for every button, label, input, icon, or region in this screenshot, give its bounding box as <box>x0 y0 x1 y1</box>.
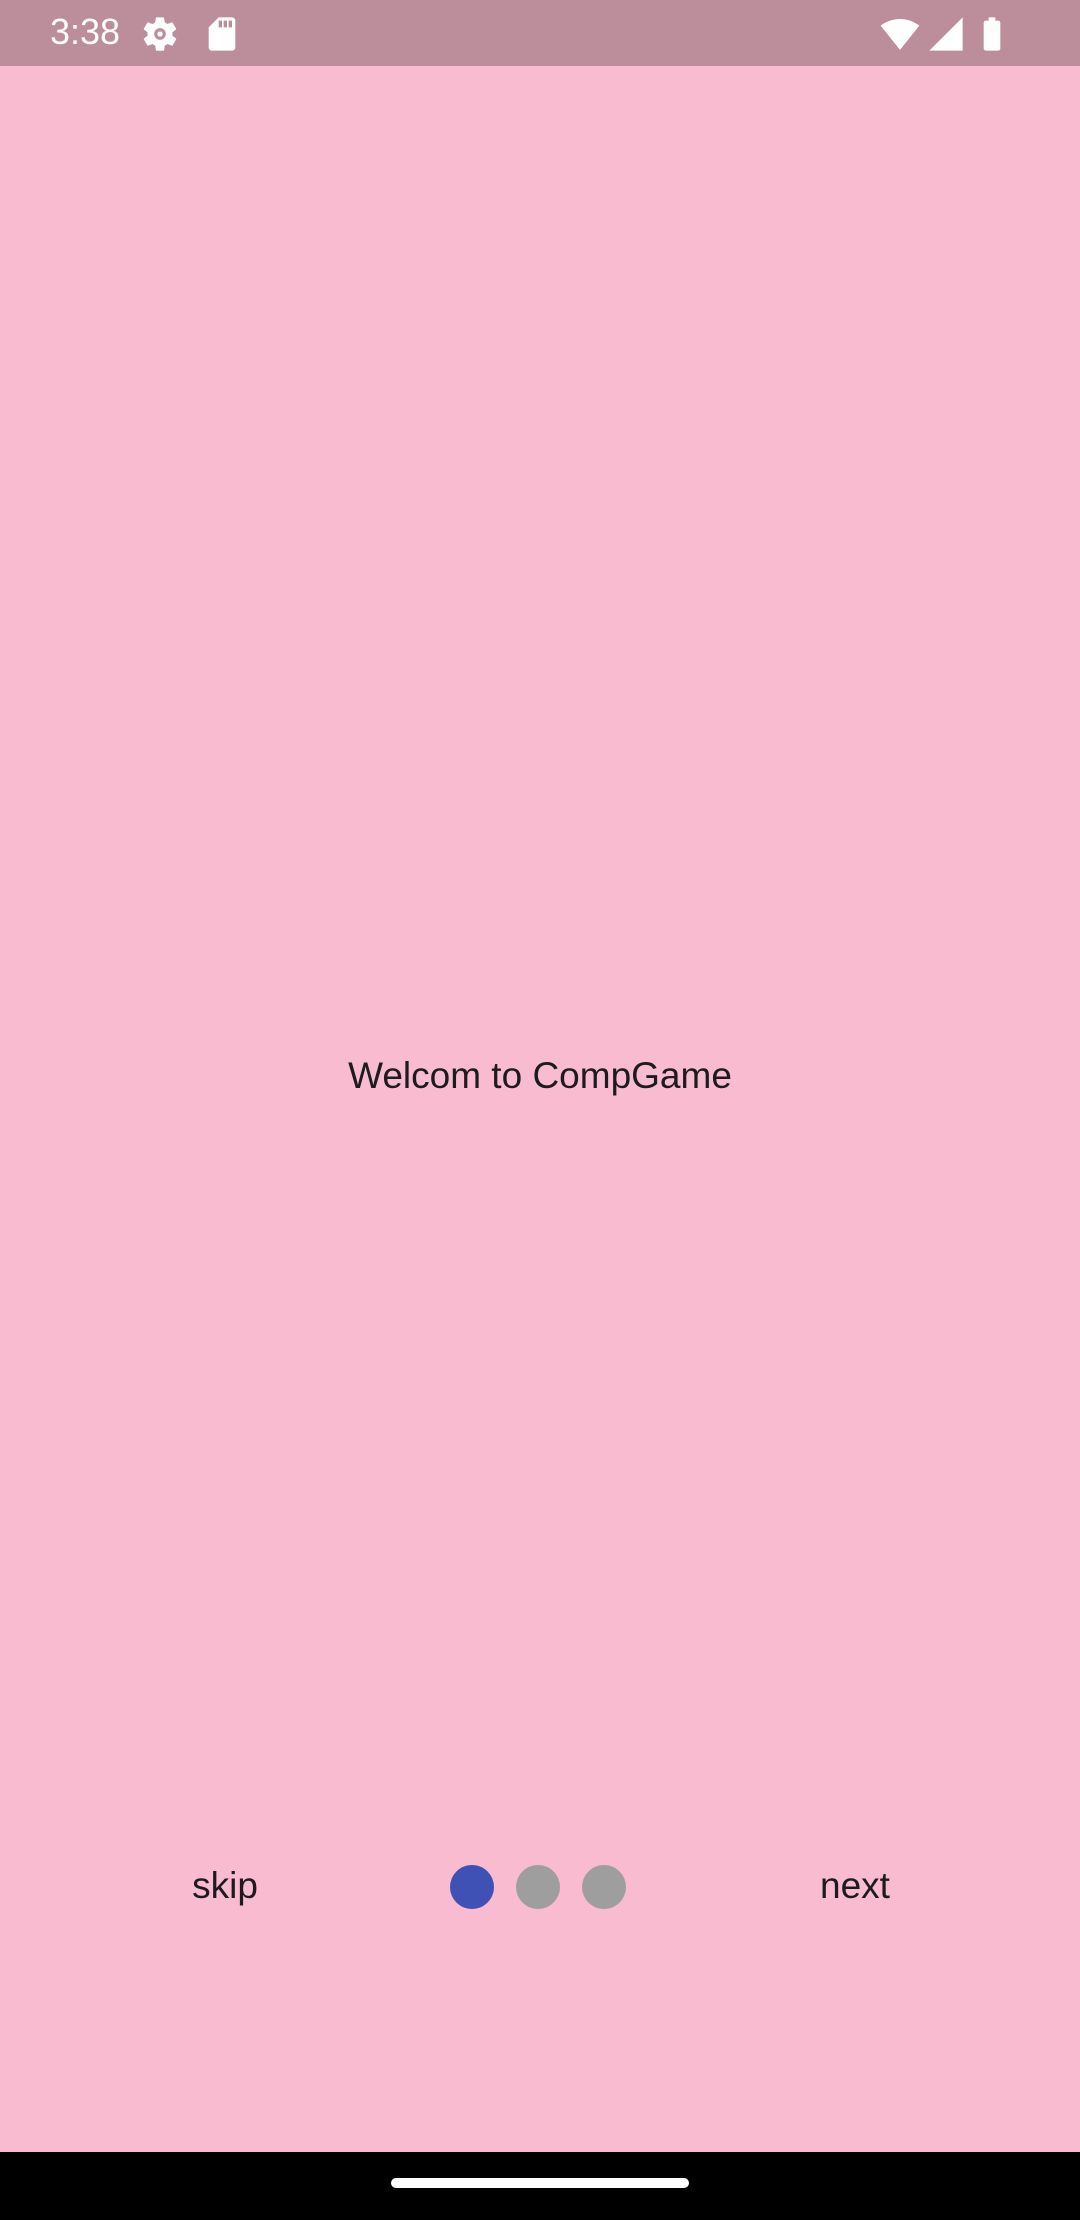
status-time: 3:38 <box>50 11 121 52</box>
navigation-bar <box>0 2152 1080 2220</box>
welcome-text: Welcom to CompGame <box>348 1055 732 1096</box>
onboarding-screen: Welcom to CompGame skip next <box>0 66 1080 2152</box>
signal-icon <box>926 14 966 54</box>
home-gesture-handle[interactable] <box>391 2178 689 2188</box>
battery-icon <box>972 14 1012 54</box>
skip-button[interactable]: skip <box>130 1841 320 1931</box>
onboarding-controls: skip next <box>0 1841 1080 1931</box>
page-dot <box>516 1865 560 1909</box>
page-dot-active <box>450 1865 494 1909</box>
page-dot <box>582 1865 626 1909</box>
wifi-icon <box>880 14 920 54</box>
status-bar: 3:38 <box>0 0 1080 66</box>
settings-icon <box>140 14 180 54</box>
sd-card-icon <box>202 14 242 54</box>
next-button[interactable]: next <box>760 1841 950 1931</box>
page-indicator <box>450 1865 630 1909</box>
